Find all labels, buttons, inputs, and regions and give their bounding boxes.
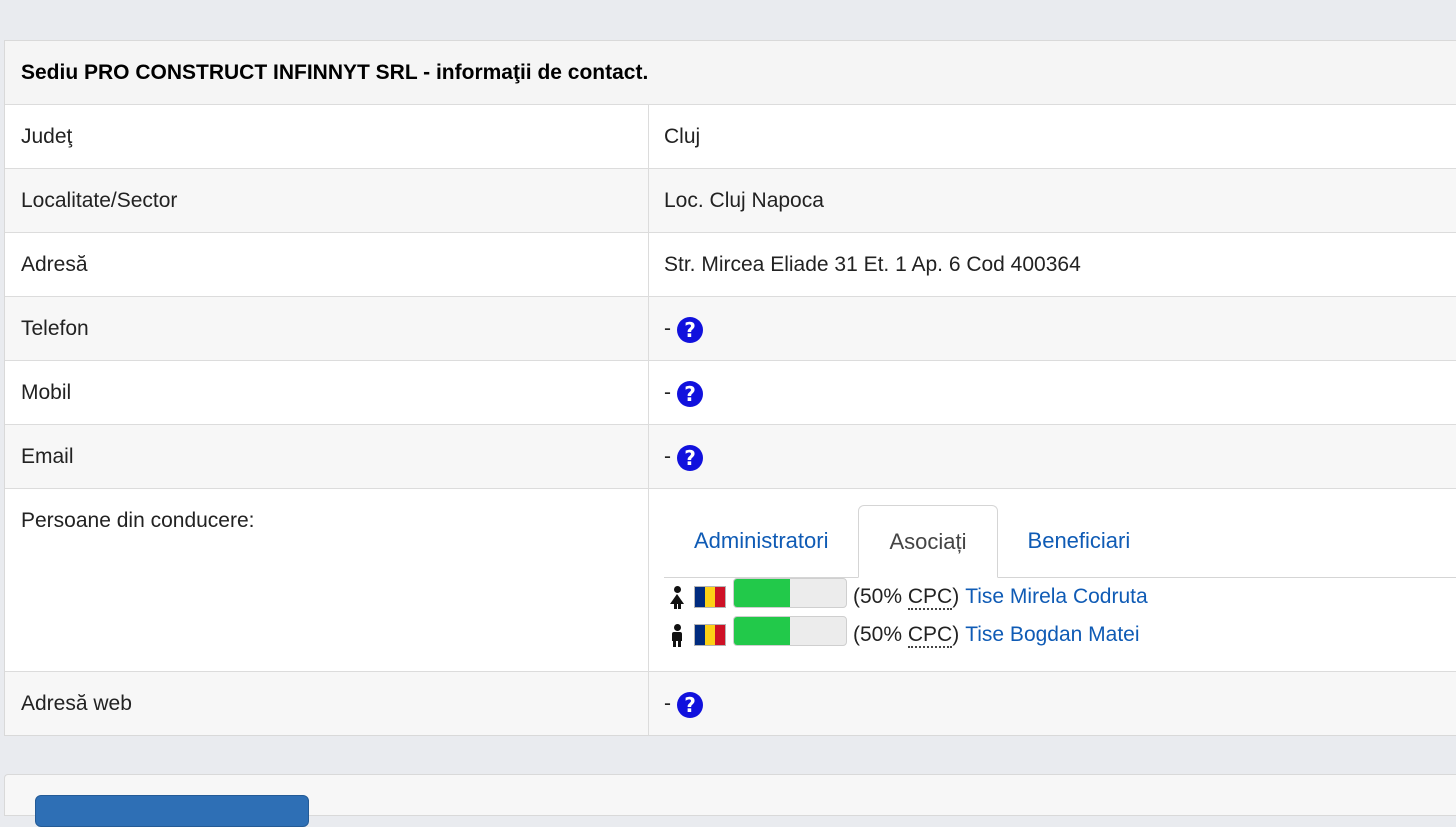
management-tabs: Administratori Asociați Beneficiari (664, 505, 1456, 578)
row-value: - (664, 691, 671, 715)
row-value: Str. Mircea Eliade 31 Et. 1 Ap. 6 Cod 40… (664, 252, 1081, 276)
row-value: Cluj (664, 124, 701, 148)
panel-title: Sediu PRO CONSTRUCT INFINNYT SRL - infor… (5, 41, 1456, 105)
row-value-container: - ? (649, 425, 1456, 488)
row-localitate: Localitate/Sector Loc. Cluj Napoca (5, 169, 1456, 233)
tab-asociati[interactable]: Asociați (858, 505, 998, 578)
list-item: (50% CPC) Tise Bogdan Matei (664, 616, 1456, 654)
row-label: Persoane din conducere: (5, 489, 649, 671)
row-value: Loc. Cluj Napoca (664, 188, 824, 212)
row-label: Adresă (5, 233, 649, 296)
question-circle-icon[interactable]: ? (677, 381, 703, 407)
row-label: Mobil (5, 361, 649, 424)
question-circle-icon[interactable]: ? (677, 445, 703, 471)
row-label: Adresă web (5, 672, 649, 735)
row-email: Email - ? (5, 425, 1456, 489)
row-persoane: Persoane din conducere: Administratori A… (5, 489, 1456, 672)
contact-info-panel: Sediu PRO CONSTRUCT INFINNYT SRL - infor… (4, 40, 1456, 736)
management-tabs-container: Administratori Asociați Beneficiari (50%… (649, 489, 1456, 671)
male-person-icon (670, 624, 684, 647)
row-value-container: - ? (649, 672, 1456, 735)
action-button[interactable] (35, 795, 309, 827)
question-circle-icon[interactable]: ? (677, 317, 703, 343)
row-value-container: - ? (649, 297, 1456, 360)
row-label: Localitate/Sector (5, 169, 649, 232)
tab-administratori[interactable]: Administratori (664, 505, 858, 577)
row-telefon: Telefon - ? (5, 297, 1456, 361)
share-progress-fill (734, 579, 790, 607)
romania-flag-icon (694, 586, 726, 608)
row-value: - (664, 444, 671, 468)
row-adresa: Adresă Str. Mircea Eliade 31 Et. 1 Ap. 6… (5, 233, 1456, 297)
female-person-icon (670, 586, 684, 609)
cpc-abbr: CPC (907, 623, 953, 648)
share-percentage: (50% CPC) (853, 585, 960, 610)
share-progress-bar (733, 578, 847, 608)
share-percentage: (50% CPC) (853, 623, 960, 648)
row-label: Email (5, 425, 649, 488)
share-progress-bar (733, 616, 847, 646)
row-mobil: Mobil - ? (5, 361, 1456, 425)
person-link[interactable]: Tise Mirela Codruta (965, 585, 1147, 609)
share-progress-fill (734, 617, 790, 645)
row-value-container: - ? (649, 361, 1456, 424)
row-value: - (664, 380, 671, 404)
row-judet: Judeţ Cluj (5, 105, 1456, 169)
cpc-abbr: CPC (907, 585, 953, 610)
list-item: (50% CPC) Tise Mirela Codruta (664, 578, 1456, 616)
romania-flag-icon (694, 624, 726, 646)
tab-beneficiari[interactable]: Beneficiari (998, 505, 1161, 577)
row-web: Adresă web - ? (5, 672, 1456, 735)
next-panel (4, 774, 1456, 827)
row-value: - (664, 316, 671, 340)
row-label: Telefon (5, 297, 649, 360)
question-circle-icon[interactable]: ? (677, 692, 703, 718)
person-link[interactable]: Tise Bogdan Matei (965, 623, 1139, 647)
row-label: Judeţ (5, 105, 649, 168)
